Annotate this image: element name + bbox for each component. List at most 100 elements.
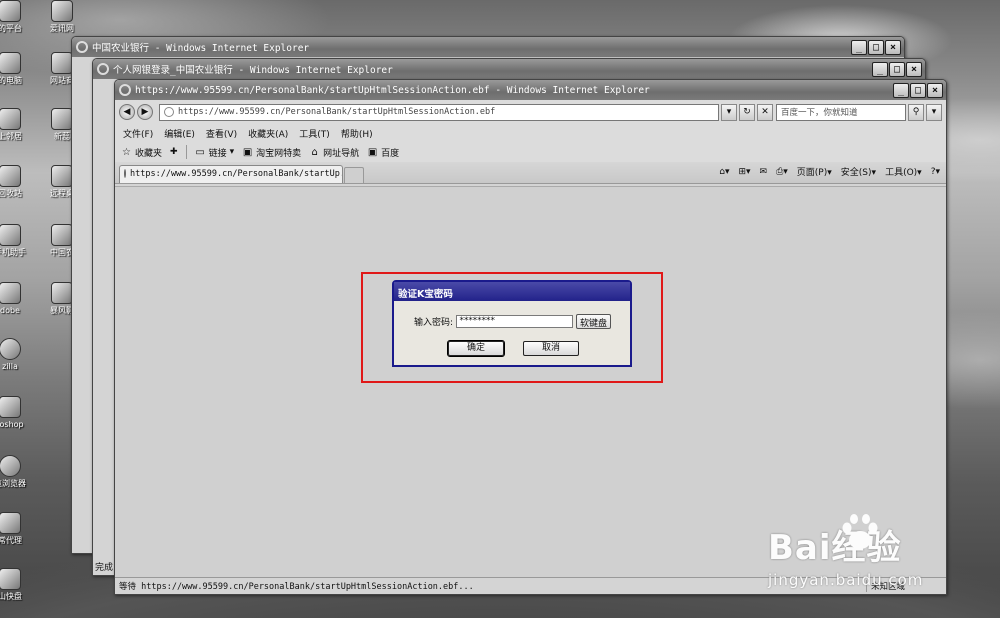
photoshop-icon	[0, 396, 21, 418]
close-button[interactable]: ×	[885, 39, 901, 55]
address-bar[interactable]: https://www.95599.cn/PersonalBank/startU…	[159, 103, 719, 121]
desktop-icon[interactable]: 览浏览器	[0, 455, 34, 489]
proxy-icon	[0, 512, 21, 534]
window-controls: _ □ ×	[872, 61, 922, 77]
favorites-bar: ☆ 收藏夹 ✚ ▭ 链接 ▾ ▣ 淘宝网特卖 ⌂ 网址导航 ▣ 百度	[115, 142, 946, 162]
menu-bar: 文件(F) 编辑(E) 查看(V) 收藏夹(A) 工具(T) 帮助(H)	[115, 124, 946, 142]
page-icon	[164, 107, 174, 117]
favorites-button[interactable]: ☆ 收藏夹	[121, 146, 162, 159]
adobe-icon	[0, 282, 21, 304]
links-folder[interactable]: ▭ 链接 ▾	[195, 146, 235, 159]
close-button[interactable]: ×	[927, 82, 943, 98]
desktop-icon[interactable]: 的平台	[0, 0, 34, 34]
titlebar[interactable]: 个人网银登录_中国农业银行 - Windows Internet Explore…	[93, 59, 925, 79]
app-icon	[0, 0, 21, 22]
star-icon: ☆	[122, 146, 131, 158]
watermark-url: jingyan.baidu.com	[768, 571, 924, 589]
add-favorite-icon[interactable]: ✚	[170, 147, 178, 157]
bank-icon	[51, 224, 73, 246]
refresh-button[interactable]: ↻	[739, 103, 755, 121]
password-row: 输入密码: ******** 软键盘	[414, 314, 630, 329]
forward-button[interactable]: ▶	[137, 104, 153, 120]
desktop-icon[interactable]: 山快盘	[0, 568, 34, 602]
phone-assistant-icon	[0, 224, 21, 246]
computer-icon	[0, 52, 21, 74]
desktop-icon[interactable]: 上邻居	[0, 108, 34, 142]
home-icon: ⌂	[311, 146, 318, 158]
paw-logo-icon	[842, 514, 878, 549]
titlebar[interactable]: https://www.95599.cn/PersonalBank/startU…	[115, 80, 946, 100]
ie-icon	[119, 84, 131, 96]
tab-row: https://www.95599.cn/PersonalBank/startU…	[115, 162, 946, 184]
folder-icon: ▭	[195, 146, 205, 158]
cancel-button[interactable]: 取消	[523, 341, 579, 356]
desktop-icon[interactable]: 手机助手	[0, 224, 34, 258]
help-icon[interactable]: ?▾	[931, 167, 940, 177]
maximize-button[interactable]: □	[868, 39, 884, 55]
safety-menu[interactable]: 安全(S)▾	[841, 165, 876, 178]
mail-icon[interactable]: ✉	[760, 167, 768, 177]
ie-icon	[97, 63, 109, 75]
window-controls: _ □ ×	[893, 82, 943, 98]
desktop-icon[interactable]: toshop	[0, 396, 34, 430]
app-icon	[51, 52, 73, 74]
kbao-password-dialog: 验证K宝密码 输入密码: ******** 软键盘 确定 取消	[392, 280, 632, 367]
password-field[interactable]: ********	[456, 315, 574, 328]
address-dropdown-icon[interactable]: ▾	[721, 103, 737, 121]
menu-favorites[interactable]: 收藏夹(A)	[248, 127, 288, 140]
desktop-icon[interactable]: dobe	[0, 282, 34, 316]
back-button[interactable]: ◀	[119, 104, 135, 120]
page-menu[interactable]: 页面(P)▾	[797, 165, 832, 178]
address-row: ◀ ▶ https://www.95599.cn/PersonalBank/st…	[115, 100, 946, 124]
player-icon	[51, 282, 73, 304]
desktop-icon[interactable]: zilla	[0, 338, 34, 372]
desktop-icon[interactable]: 的电脑	[0, 52, 34, 86]
menu-help[interactable]: 帮助(H)	[341, 127, 373, 140]
firefox-icon	[0, 338, 21, 360]
stop-button[interactable]: ✕	[757, 103, 773, 121]
menu-view[interactable]: 查看(V)	[206, 127, 237, 140]
app-icon	[51, 0, 73, 22]
desktop-icon[interactable]: 爱讯网	[38, 0, 86, 34]
feeds-icon[interactable]: ⊞▾	[738, 167, 750, 177]
favorite-link-taobao[interactable]: ▣ 淘宝网特卖	[242, 146, 301, 159]
menu-file[interactable]: 文件(F)	[123, 127, 153, 140]
chevron-down-icon: ▾	[229, 147, 235, 157]
divider	[185, 145, 187, 159]
minimize-button[interactable]: _	[851, 39, 867, 55]
favorite-link-nav[interactable]: ⌂ 网址导航	[309, 146, 359, 159]
maximize-button[interactable]: □	[889, 61, 905, 77]
ok-button[interactable]: 确定	[447, 340, 505, 357]
tools-menu[interactable]: 工具(O)▾	[885, 165, 922, 178]
home-icon[interactable]: ⌂▾	[719, 167, 729, 177]
remote-desktop-icon	[51, 165, 73, 187]
close-button[interactable]: ×	[906, 61, 922, 77]
titlebar[interactable]: 中国农业银行 - Windows Internet Explorer _ □ ×	[72, 37, 904, 57]
page-icon: ▣	[367, 146, 378, 158]
desktop-icon[interactable]: 回收站	[0, 165, 34, 199]
menu-tools[interactable]: 工具(T)	[299, 127, 330, 140]
minimize-button[interactable]: _	[893, 82, 909, 98]
baidu-jingyan-watermark: Bai经验 jingyan.baidu.com	[768, 514, 924, 589]
app-icon	[51, 108, 73, 130]
favorite-link-baidu[interactable]: ▣ 百度	[367, 146, 399, 159]
command-bar: ⌂▾ ⊞▾ ✉ ⎙▾ 页面(P)▾ 安全(S)▾ 工具(O)▾ ?▾	[719, 165, 940, 179]
search-icon[interactable]: ⚲	[908, 103, 924, 121]
window-controls: _ □ ×	[851, 39, 901, 55]
kuaipan-icon	[0, 568, 21, 590]
soft-keyboard-button[interactable]: 软键盘	[576, 314, 612, 329]
ie-icon	[76, 41, 88, 53]
menu-edit[interactable]: 编辑(E)	[164, 127, 195, 140]
search-options-icon[interactable]: ▾	[926, 103, 942, 121]
status-text: 等待 https://www.95599.cn/PersonalBank/sta…	[119, 582, 474, 592]
print-icon[interactable]: ⎙▾	[776, 167, 788, 177]
minimize-button[interactable]: _	[872, 61, 888, 77]
desktop-icon[interactable]: 常代理	[0, 512, 34, 546]
status-text: 完成	[95, 563, 114, 573]
tab-current[interactable]: https://www.95599.cn/PersonalBank/startU…	[119, 165, 343, 183]
password-label: 输入密码:	[414, 318, 454, 328]
new-tab-button[interactable]	[344, 167, 364, 183]
search-input[interactable]: 百度一下，你就知道	[776, 103, 906, 121]
maximize-button[interactable]: □	[910, 82, 926, 98]
dialog-buttons: 确定 取消	[447, 340, 630, 357]
